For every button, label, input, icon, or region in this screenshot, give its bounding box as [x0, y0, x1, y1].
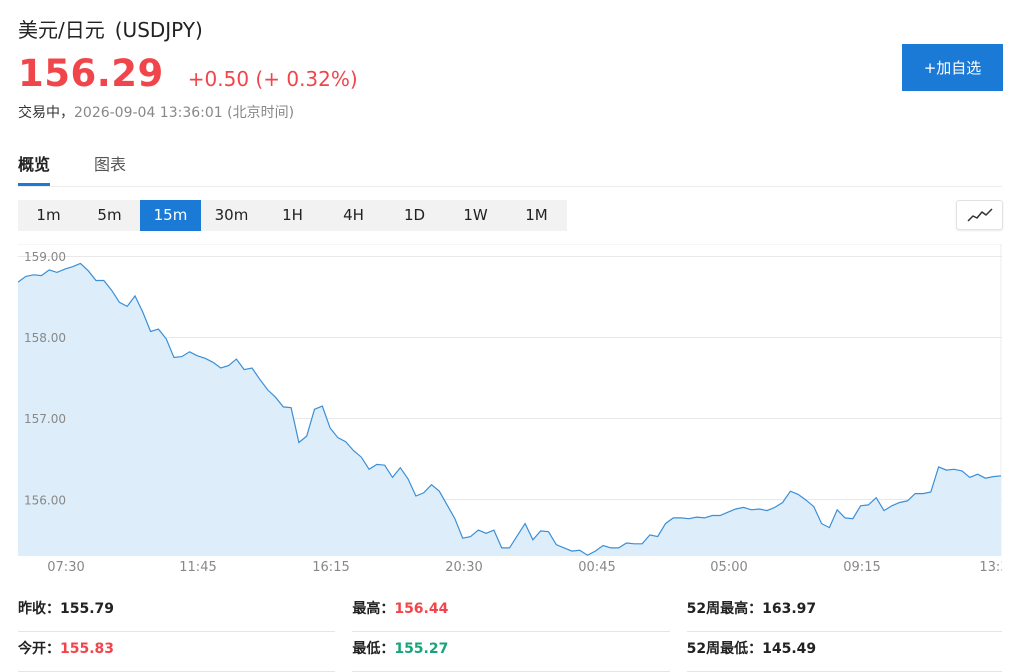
line-chart-icon: [966, 208, 993, 222]
x-tick-label: 05:00: [710, 560, 747, 575]
period-15m[interactable]: 15m: [140, 200, 201, 231]
status-label: 交易中，: [18, 105, 74, 121]
x-tick-label: 16:15: [312, 560, 349, 575]
period-selector: 1m 5m 15m 30m 1H 4H 1D 1W 1M: [18, 200, 567, 231]
stat-open: 今开：155.83: [18, 632, 336, 672]
y-tick-label: 158.00: [24, 331, 66, 345]
tab-overview[interactable]: 概览: [18, 148, 51, 186]
add-watchlist-button[interactable]: +加自选: [902, 44, 1003, 91]
stats-table: 昨收：155.79 最高：156.44 52周最高：163.97 今开：155.…: [18, 592, 1002, 672]
stats-row: 今开：155.83 最低：155.27 52周最低：145.49: [18, 632, 1002, 672]
period-30m[interactable]: 30m: [201, 200, 262, 231]
trading-status: 交易中，2026-09-04 13:36:01 (北京时间): [18, 102, 294, 122]
y-tick-label: 157.00: [24, 412, 66, 426]
y-tick-label: 156.00: [24, 493, 66, 507]
y-tick-label: 159.00: [24, 250, 66, 264]
stat-high: 最高：156.44: [352, 592, 670, 632]
x-tick-label: 07:30: [47, 560, 84, 575]
period-5m[interactable]: 5m: [79, 200, 140, 231]
period-1m[interactable]: 1m: [18, 200, 79, 231]
price-row: 156.29 +0.50 (+ 0.32%): [18, 52, 358, 95]
period-1d[interactable]: 1D: [384, 200, 445, 231]
current-price: 156.29: [18, 52, 164, 95]
period-1mo[interactable]: 1M: [506, 200, 567, 231]
instrument-title: 美元/日元 (USDJPY): [18, 14, 203, 43]
period-1w[interactable]: 1W: [445, 200, 506, 231]
tab-bar: 概览 图表: [18, 148, 1002, 187]
tab-chart[interactable]: 图表: [94, 148, 126, 184]
x-tick-label: 09:15: [843, 560, 880, 575]
price-change: +0.50 (+ 0.32%): [187, 67, 358, 91]
x-tick-label: 20:30: [445, 560, 482, 575]
quote-timestamp: 2026-09-04 13:36:01 (北京时间): [74, 105, 295, 121]
instrument-name: 美元/日元: [18, 18, 105, 42]
stat-prev-close: 昨收：155.79: [18, 592, 336, 632]
x-tick-label: 11:45: [179, 560, 216, 575]
chart-type-button[interactable]: [956, 200, 1003, 230]
period-1h[interactable]: 1H: [262, 200, 323, 231]
instrument-code: (USDJPY): [114, 18, 203, 42]
price-area: [18, 263, 1001, 556]
stat-52w-low: 52周最低：145.49: [686, 632, 1002, 672]
stats-row: 昨收：155.79 最高：156.44 52周最高：163.97: [18, 592, 1002, 632]
price-chart[interactable]: 159.00 158.00 157.00 156.00 07:30 11:45 16:15 2…: [18, 244, 1002, 582]
period-4h[interactable]: 4H: [323, 200, 384, 231]
stat-low: 最低：155.27: [352, 632, 670, 672]
x-tick-label: 13:3: [979, 560, 1002, 575]
stat-52w-high: 52周最高：163.97: [686, 592, 1002, 632]
x-tick-label: 00:45: [578, 560, 615, 575]
